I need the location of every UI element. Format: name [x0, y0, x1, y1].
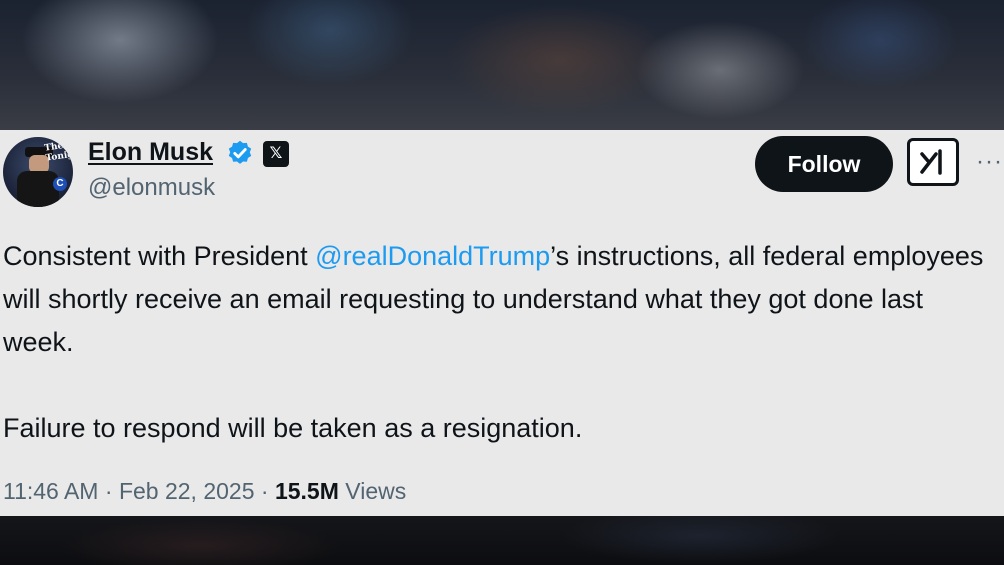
tweet-paragraph-2: Failure to respond will be taken as a re…	[3, 413, 583, 443]
tweet-paragraph-1: Consistent with President @realDonaldTru…	[3, 235, 998, 364]
meta-separator: ·	[260, 478, 269, 504]
avatar-corner-badge: C	[53, 177, 67, 191]
avatar-body	[17, 171, 59, 207]
grok-glyph	[920, 149, 942, 175]
blurred-background-bottom	[0, 516, 1004, 565]
mention-link[interactable]: @realDonaldTrump	[315, 241, 550, 271]
author-handle[interactable]: @elonmusk	[88, 174, 215, 202]
views-label: Views	[345, 478, 407, 504]
avatar-show-logo: The Tonight	[43, 141, 73, 164]
tweet-text: Consistent with President @realDonaldTru…	[3, 235, 998, 450]
tweet-meta: 11:46 AM · Feb 22, 2025 · 15.5M Views	[3, 478, 406, 505]
follow-button[interactable]: Follow	[755, 136, 893, 192]
views-count: 15.5M	[274, 478, 339, 504]
grok-icon[interactable]	[907, 138, 959, 186]
tweet-time[interactable]: 11:46 AM	[3, 478, 98, 504]
tweet-date[interactable]: Feb 22, 2025	[119, 478, 255, 504]
verified-check-icon	[228, 140, 252, 164]
blurred-background-top	[0, 0, 1004, 130]
more-dots-icon[interactable]: ···	[976, 148, 1003, 176]
tweet-text-before-mention: Consistent with President	[3, 241, 316, 271]
author-name[interactable]: Elon Musk	[88, 138, 213, 167]
meta-separator: ·	[104, 478, 113, 504]
x-logo-icon: 𝕏	[263, 141, 289, 167]
avatar[interactable]: The Tonight C	[3, 137, 73, 207]
